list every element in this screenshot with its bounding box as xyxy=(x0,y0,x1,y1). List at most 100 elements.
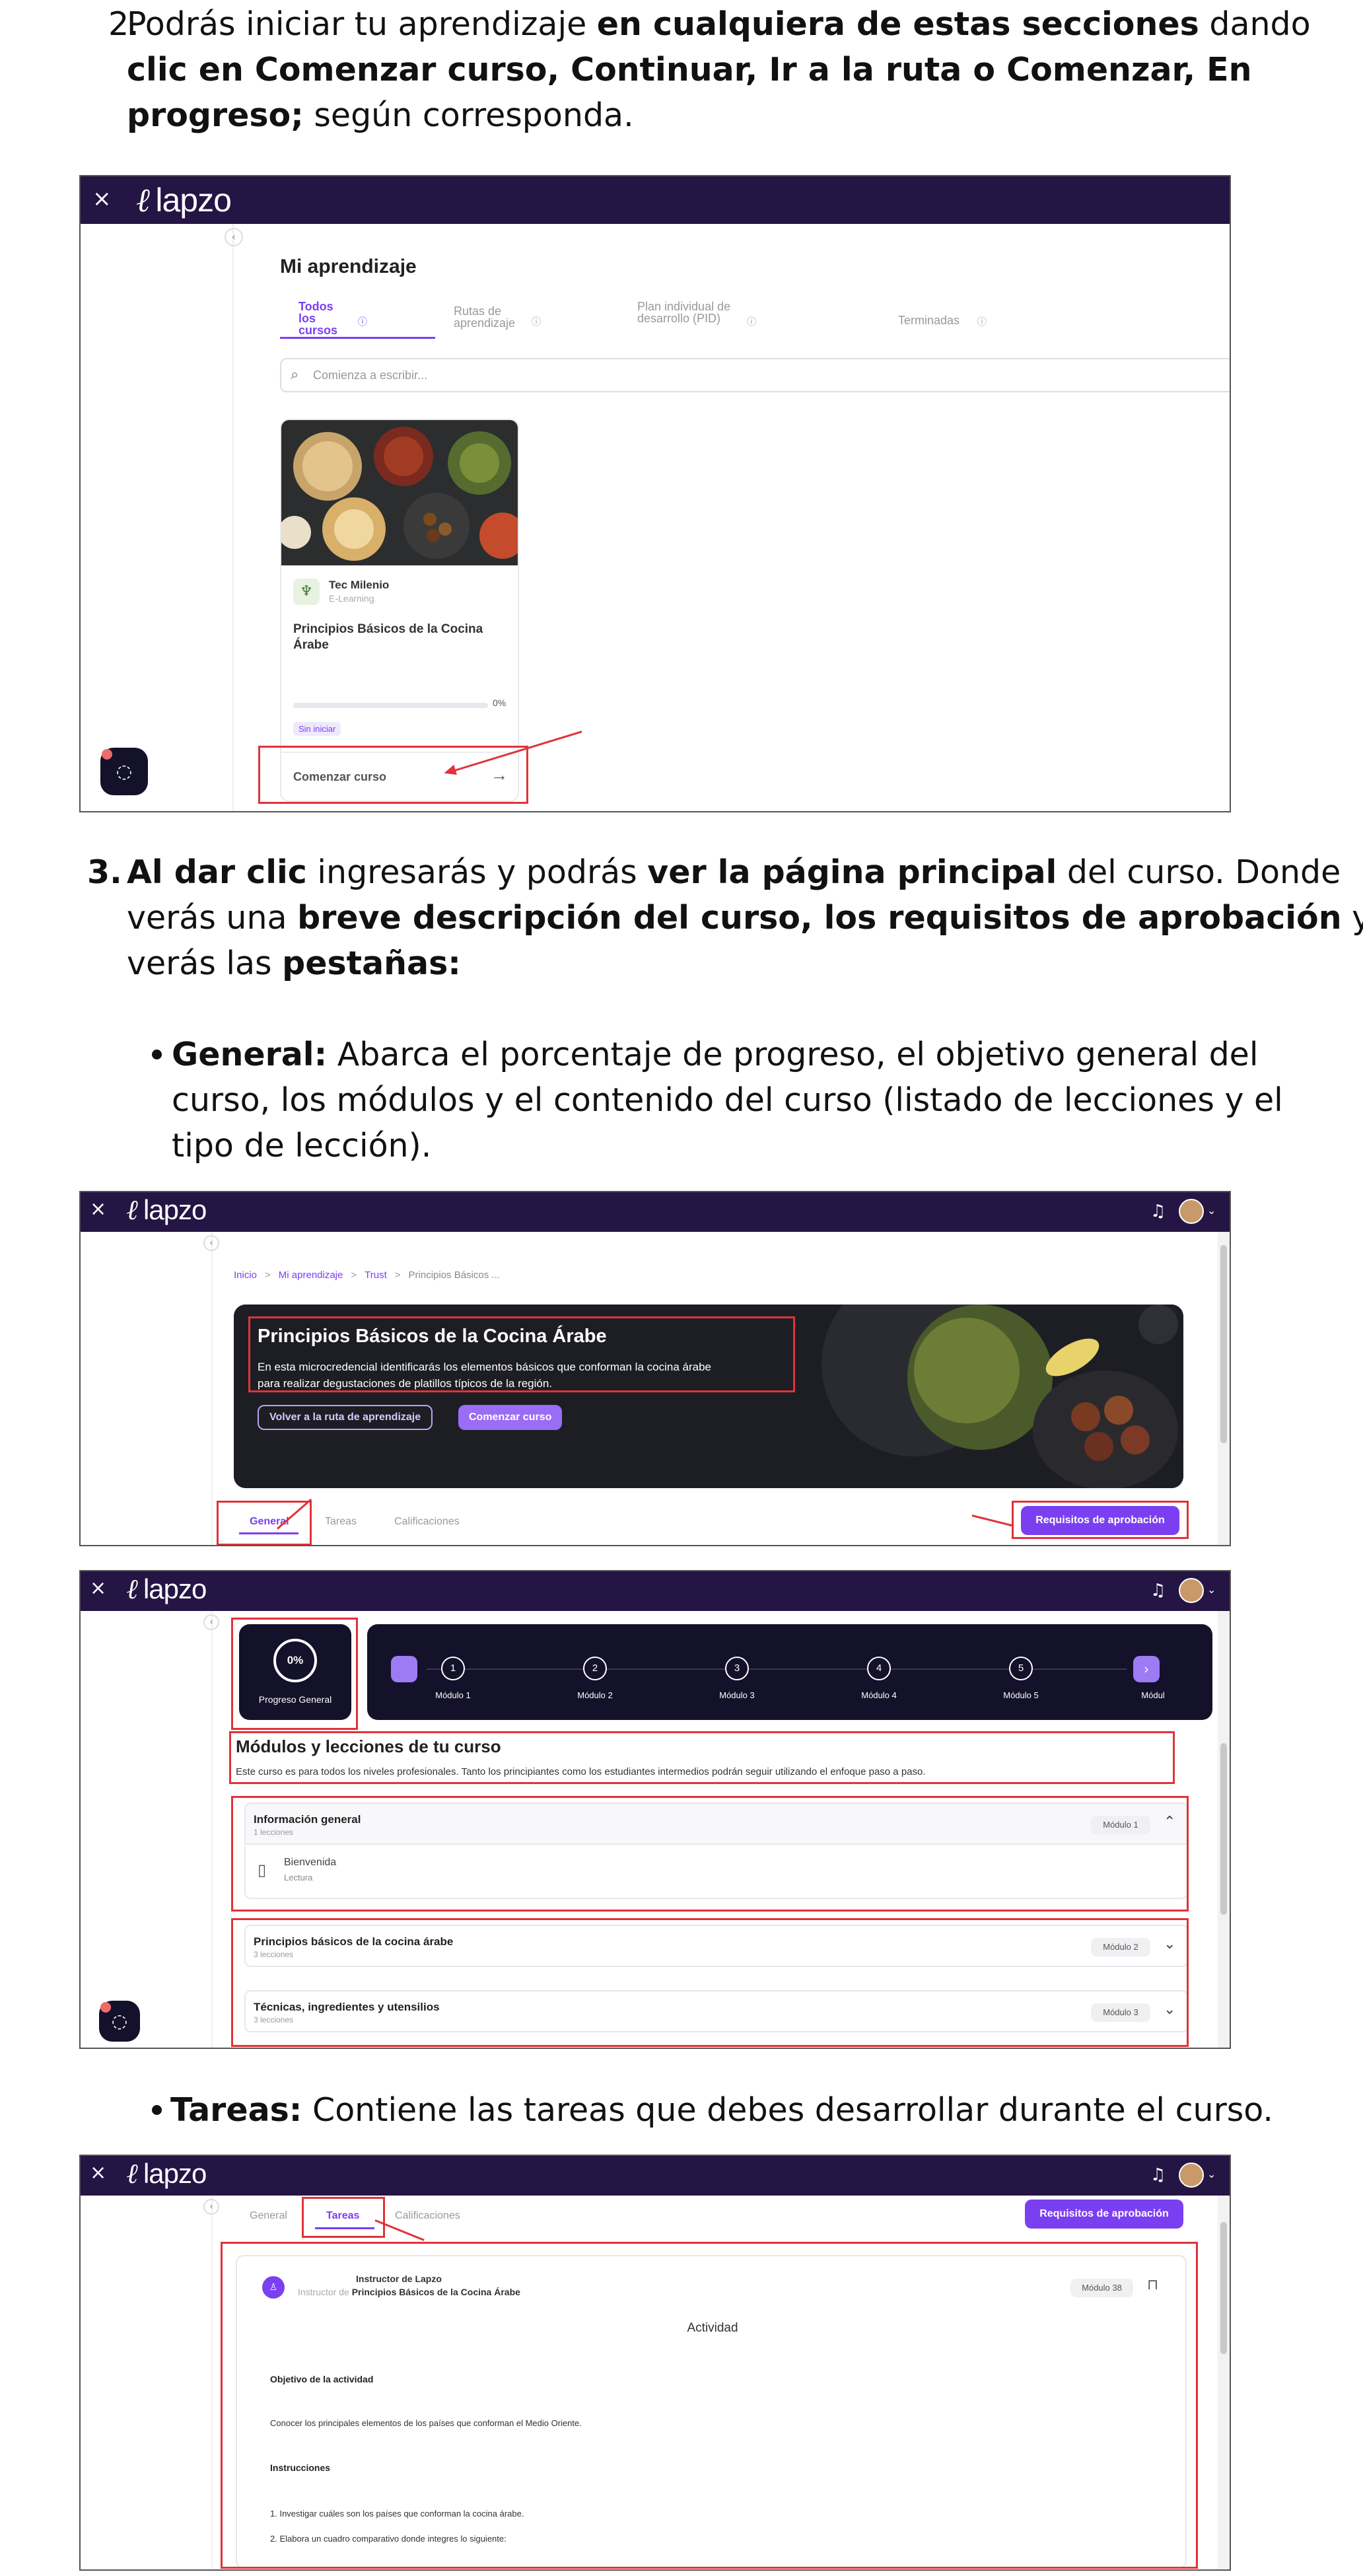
module-step[interactable]: 4 xyxy=(867,1657,891,1680)
breadcrumb-item[interactable]: Trust xyxy=(365,1270,387,1281)
annotation-arrow xyxy=(971,1515,1012,1526)
highlight-box xyxy=(1012,1501,1189,1539)
lapzo-logo: ℓ lapzo xyxy=(127,1194,207,1226)
chevron-down-icon[interactable]: ⌄ xyxy=(1207,2168,1216,2181)
tab-finished[interactable]: Terminadas xyxy=(898,314,960,328)
module-stepper: › 1 2 3 4 5 Módulo 1 Módulo 2 Módulo 3 Módulo 4 M… xyxy=(367,1624,1212,1720)
tab-general[interactable]: General xyxy=(250,2210,287,2222)
sidebar-item-ayuda[interactable]: ?Ayuda xyxy=(81,269,1230,282)
tab-underline xyxy=(280,337,435,339)
highlight-box xyxy=(258,746,528,804)
sidebar-item-instructor[interactable]: ☺Instructor xyxy=(81,1252,1230,1264)
chat-button[interactable]: ◌ xyxy=(99,2001,140,2042)
top-bar: × ℓ lapzo ♫ ⌄ xyxy=(81,1192,1230,1232)
sidebar-item-admin[interactable]: ⚷Admin xyxy=(81,2227,1230,2239)
breadcrumb-item[interactable]: Inicio xyxy=(234,1270,257,1281)
screenshot-tasks: × ℓ lapzo ♫ ⌄ ‹ General Tareas Calificaci… xyxy=(79,2155,1231,2571)
collapse-icon[interactable]: ‹ xyxy=(203,1235,219,1251)
provider-name: Tec Milenio xyxy=(329,579,390,591)
lapzo-logo: ℓ lapzo xyxy=(127,1573,207,1605)
highlight-box xyxy=(231,1796,1189,1912)
module-step[interactable]: 5 xyxy=(1009,1657,1033,1680)
text: dando xyxy=(1199,5,1311,43)
search-input[interactable]: ⌕ Comienza a escribir... xyxy=(280,358,1230,392)
breadcrumb-item[interactable]: Mi aprendizaje xyxy=(279,1270,343,1281)
avatar[interactable] xyxy=(1179,2163,1204,2188)
text: según corresponda. xyxy=(303,96,634,134)
tab-grades[interactable]: Calificaciones xyxy=(395,2210,460,2222)
course-title-line: Árabe xyxy=(293,638,329,652)
text: Abarca el porcentaje de progreso, el obj… xyxy=(327,1036,1259,1073)
module-step-label: Módulo 1 xyxy=(435,1690,471,1700)
chat-icon: ◌ xyxy=(111,2010,128,2032)
bold-text: en cualquiera de estas secciones xyxy=(596,5,1199,43)
back-to-route-button[interactable]: Volver a la ruta de aprendizaje xyxy=(258,1405,433,1430)
breadcrumb-item: Principios Básicos ... xyxy=(408,1270,500,1281)
screenshot-modules: × ℓ lapzo ♫ ⌄ ‹ 0% Progreso General › 123… xyxy=(79,1570,1231,2049)
page-title: Mi aprendizaje xyxy=(280,256,417,277)
logo-text: lapzo xyxy=(155,182,232,219)
tab-all-courses[interactable]: Todos los cursos xyxy=(298,301,351,336)
sidebar-item-admin[interactable]: ⚷Admin xyxy=(81,256,1230,269)
module-step[interactable]: 2 xyxy=(583,1657,607,1680)
logo-text: lapzo xyxy=(143,2158,207,2189)
bold-text: breve descripción del curso, los requisi… xyxy=(297,899,1342,937)
chevron-down-icon[interactable]: ⌄ xyxy=(1207,1204,1216,1217)
close-icon[interactable]: × xyxy=(90,2161,106,2184)
chat-button[interactable]: ◌ xyxy=(100,748,148,795)
scrollbar[interactable] xyxy=(1218,1611,1230,2048)
close-icon[interactable]: × xyxy=(92,186,112,212)
logo-text: lapzo xyxy=(143,1573,207,1604)
chat-icon: ◌ xyxy=(116,760,133,782)
course-card[interactable]: ♆ Tec Milenio E-Learning Principios Bási… xyxy=(280,419,519,802)
tab-pid[interactable]: Plan individual de desarrollo (PID) xyxy=(637,301,736,324)
search-placeholder: Comienza a escribir... xyxy=(313,369,428,382)
text: tipo de lección). xyxy=(172,1127,432,1164)
bold-text: General: xyxy=(172,1036,328,1073)
close-icon[interactable]: × xyxy=(90,1577,106,1600)
bold-text: clic en Comenzar curso, Continuar, Ir a … xyxy=(127,51,1252,89)
bell-icon[interactable]: ♫ xyxy=(1150,2165,1166,2185)
text: y xyxy=(1352,899,1363,937)
text: verás las xyxy=(127,945,283,982)
text: ingresarás y podrás xyxy=(306,853,648,891)
bell-icon[interactable]: ♫ xyxy=(1150,1201,1166,1221)
sidebar-item-evaluaciones[interactable]: ‹›Evaluaciones xyxy=(81,229,1230,242)
close-icon[interactable]: × xyxy=(90,1198,106,1221)
info-icon: ⓘ xyxy=(358,316,367,327)
highlight-box xyxy=(229,1731,1175,1784)
course-title-line: Principios Básicos de la Cocina xyxy=(293,622,483,636)
requirements-button[interactable]: Requisitos de aprobación xyxy=(1025,2200,1183,2229)
search-icon: ⌕ xyxy=(291,366,299,382)
step-current-icon[interactable] xyxy=(391,1656,417,1682)
lapzo-logo: ℓ lapzo xyxy=(137,180,232,219)
module-step[interactable]: 3 xyxy=(725,1657,749,1680)
scrollbar[interactable] xyxy=(1218,1232,1230,1545)
collapse-icon[interactable]: ‹ xyxy=(225,228,243,246)
bell-icon[interactable]: ♫ xyxy=(1150,1581,1166,1600)
module-step[interactable]: 1 xyxy=(441,1657,465,1680)
tab-grades[interactable]: Calificaciones xyxy=(394,1516,460,1528)
tab-routes[interactable]: Rutas de aprendizaje xyxy=(454,305,533,329)
sidebar-item-evaluaciones[interactable]: ‹›Evaluaciones xyxy=(81,1240,1230,1252)
collapse-icon[interactable]: ‹ xyxy=(203,2199,219,2215)
provider-logo-icon: ♆ xyxy=(293,579,320,605)
module-step-label: Módulo 4 xyxy=(861,1690,897,1700)
module-step-label: Módul xyxy=(1141,1690,1165,1700)
collapse-icon[interactable]: ‹ xyxy=(203,1614,219,1630)
tab-tasks[interactable]: Tareas xyxy=(325,1516,357,1528)
screenshot-my-learning: × ℓ lapzo ‹ Mi aprendizaje Todos los curs… xyxy=(79,175,1231,812)
lapzo-logo: ℓ lapzo xyxy=(127,2157,207,2190)
avatar[interactable] xyxy=(1179,1578,1204,1603)
bold-text: pestañas: xyxy=(282,945,461,982)
chevron-down-icon[interactable]: ⌄ xyxy=(1207,1583,1216,1596)
bold-text: progreso; xyxy=(127,96,304,134)
info-icon: ⓘ xyxy=(532,316,541,327)
screenshot-course-main: × ℓ lapzo ♫ ⌄ ‹ Inicio > Mi aprendizaje > Tru… xyxy=(79,1191,1231,1546)
next-arrow-icon[interactable]: › xyxy=(1133,1656,1160,1682)
sidebar-item-instructor[interactable]: ☺Instructor xyxy=(81,242,1230,256)
text: verás una xyxy=(127,899,298,937)
scrollbar[interactable] xyxy=(1218,2196,1230,2569)
avatar[interactable] xyxy=(1179,1199,1204,1224)
start-course-button[interactable]: Comenzar curso xyxy=(458,1405,563,1430)
